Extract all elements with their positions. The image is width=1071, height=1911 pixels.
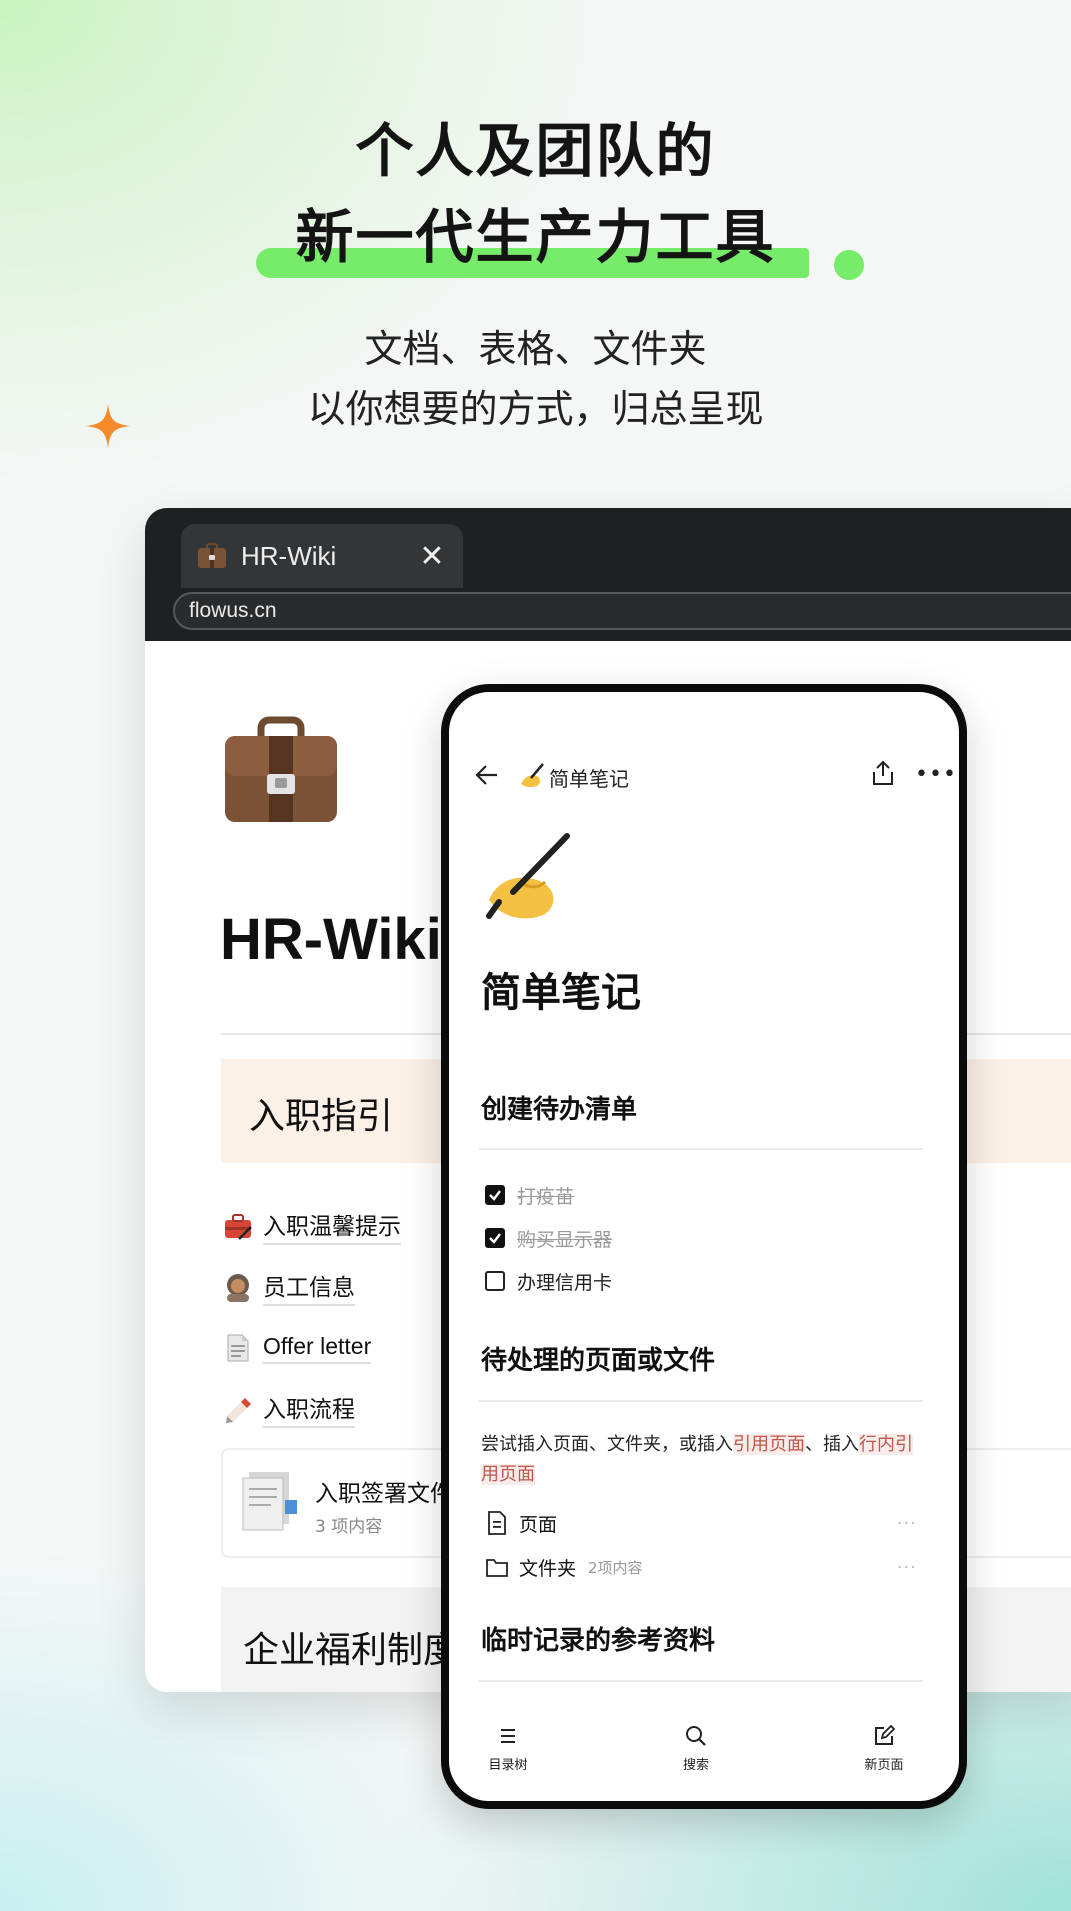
- more-icon[interactable]: •••: [915, 762, 957, 787]
- todo-item[interactable]: 打疫苗: [485, 1182, 574, 1208]
- wiki-link-label: 员工信息: [263, 1268, 355, 1306]
- headline-line1: 个人及团队的: [355, 117, 716, 185]
- todo-label: 打疫苗: [517, 1185, 575, 1208]
- section-heading: 待处理的页面或文件: [481, 1346, 716, 1376]
- section-heading: 企业福利制度: [243, 1630, 460, 1671]
- section-heading: 临时记录的参考资料: [481, 1626, 716, 1656]
- pencil-icon: [226, 1398, 251, 1423]
- more-icon[interactable]: ···: [897, 1557, 917, 1578]
- writing-hand-icon: [521, 763, 544, 788]
- toolbox-icon: [225, 1214, 252, 1240]
- briefcase-icon: [198, 543, 226, 568]
- todo-item[interactable]: 购买显示器: [485, 1225, 612, 1251]
- briefcase-icon: [225, 716, 337, 822]
- subtitle-line1: 文档、表格、文件夹: [364, 327, 707, 371]
- edit-icon: [875, 1724, 896, 1745]
- wiki-link-item[interactable]: 入职温馨提示: [223, 1207, 401, 1245]
- tab-label: 新页面: [864, 1758, 904, 1773]
- page-title: HR-Wiki: [220, 907, 442, 972]
- tab-label: 目录树: [488, 1758, 528, 1773]
- hint-text: 、插入: [805, 1434, 859, 1455]
- section-heading: 创建待办清单: [481, 1095, 638, 1125]
- sparkle-icon: [86, 404, 130, 448]
- page-title: 简单笔记: [481, 970, 641, 1016]
- wiki-link-label: 入职流程: [263, 1390, 355, 1428]
- row-count: 2项内容: [588, 1558, 643, 1577]
- tab-new-page[interactable]: 新页面: [839, 1724, 929, 1773]
- tab-search[interactable]: 搜索: [651, 1724, 741, 1773]
- more-icon[interactable]: ···: [897, 1513, 917, 1534]
- row-label: 文件夹: [519, 1557, 577, 1580]
- browser-tab[interactable]: HR-Wiki ✕: [181, 524, 463, 588]
- wiki-link-label: Offer letter: [263, 1333, 372, 1364]
- page-icon: [488, 1511, 506, 1535]
- search-icon: [686, 1726, 706, 1746]
- todo-item[interactable]: 办理信用卡: [485, 1268, 612, 1294]
- wiki-link-label: 入职温馨提示: [263, 1207, 401, 1245]
- folder-row[interactable]: 文件夹 2项内容 ···: [485, 1552, 925, 1582]
- phone-nav-bar: 简单笔记 •••: [449, 692, 959, 792]
- checkbox-checked[interactable]: [485, 1185, 505, 1205]
- wiki-link-item[interactable]: 员工信息: [223, 1268, 355, 1306]
- subtitle-line2: 以你想要的方式，归总呈现: [307, 387, 764, 431]
- writing-hand-icon: [486, 833, 570, 919]
- page-row[interactable]: 页面 ···: [485, 1508, 925, 1538]
- bottom-tab-bar: 目录树 搜索 新页面: [449, 1702, 959, 1801]
- tab-title: HR-Wiki: [241, 540, 337, 571]
- nav-title: 简单笔记: [549, 767, 629, 791]
- share-icon[interactable]: [871, 760, 895, 786]
- row-label: 页面: [519, 1513, 558, 1536]
- checkbox-checked[interactable]: [485, 1228, 505, 1248]
- tab-close-icon[interactable]: ✕: [417, 539, 447, 574]
- reference-page-link[interactable]: 引用页面: [733, 1434, 805, 1455]
- divider: [479, 1680, 923, 1682]
- tab-directory[interactable]: 目录树: [463, 1724, 553, 1773]
- divider: [479, 1148, 923, 1150]
- folder-count: 3 项内容: [315, 1517, 383, 1537]
- headline-line2: 新一代生产力工具: [295, 203, 776, 271]
- address-bar[interactable]: flowus.cn: [173, 592, 1071, 630]
- folder-icon: [486, 1559, 508, 1577]
- browser-chrome: HR-Wiki ✕ flowus.cn: [145, 508, 1071, 641]
- list-icon: [501, 1729, 515, 1743]
- phone-mockup: 简单笔记 ••• 简单笔记 创建待办清单 打疫苗 购买显示器 办理信用卡 待处理…: [441, 684, 967, 1809]
- checkbox-unchecked[interactable]: [485, 1271, 505, 1291]
- person-icon: [227, 1274, 249, 1302]
- document-icon: [227, 1334, 249, 1362]
- wiki-link-item[interactable]: 入职流程: [223, 1390, 355, 1428]
- document-stack-icon: [242, 1472, 297, 1531]
- wiki-link-item[interactable]: Offer letter: [223, 1331, 372, 1365]
- back-arrow-icon[interactable]: [475, 764, 499, 786]
- url-text: flowus.cn: [189, 599, 277, 622]
- hint-paragraph: 尝试插入页面、文件夹，或插入引用页面、插入行内引用页面: [481, 1430, 925, 1490]
- todo-label: 办理信用卡: [517, 1271, 613, 1294]
- folder-title: 入职签署文件: [315, 1481, 453, 1507]
- tab-label: 搜索: [682, 1758, 709, 1773]
- hint-text: 尝试插入页面、文件夹，或插入: [481, 1434, 733, 1455]
- callout-text: 入职指引: [249, 1096, 394, 1137]
- todo-label: 购买显示器: [517, 1228, 613, 1251]
- divider: [479, 1400, 923, 1402]
